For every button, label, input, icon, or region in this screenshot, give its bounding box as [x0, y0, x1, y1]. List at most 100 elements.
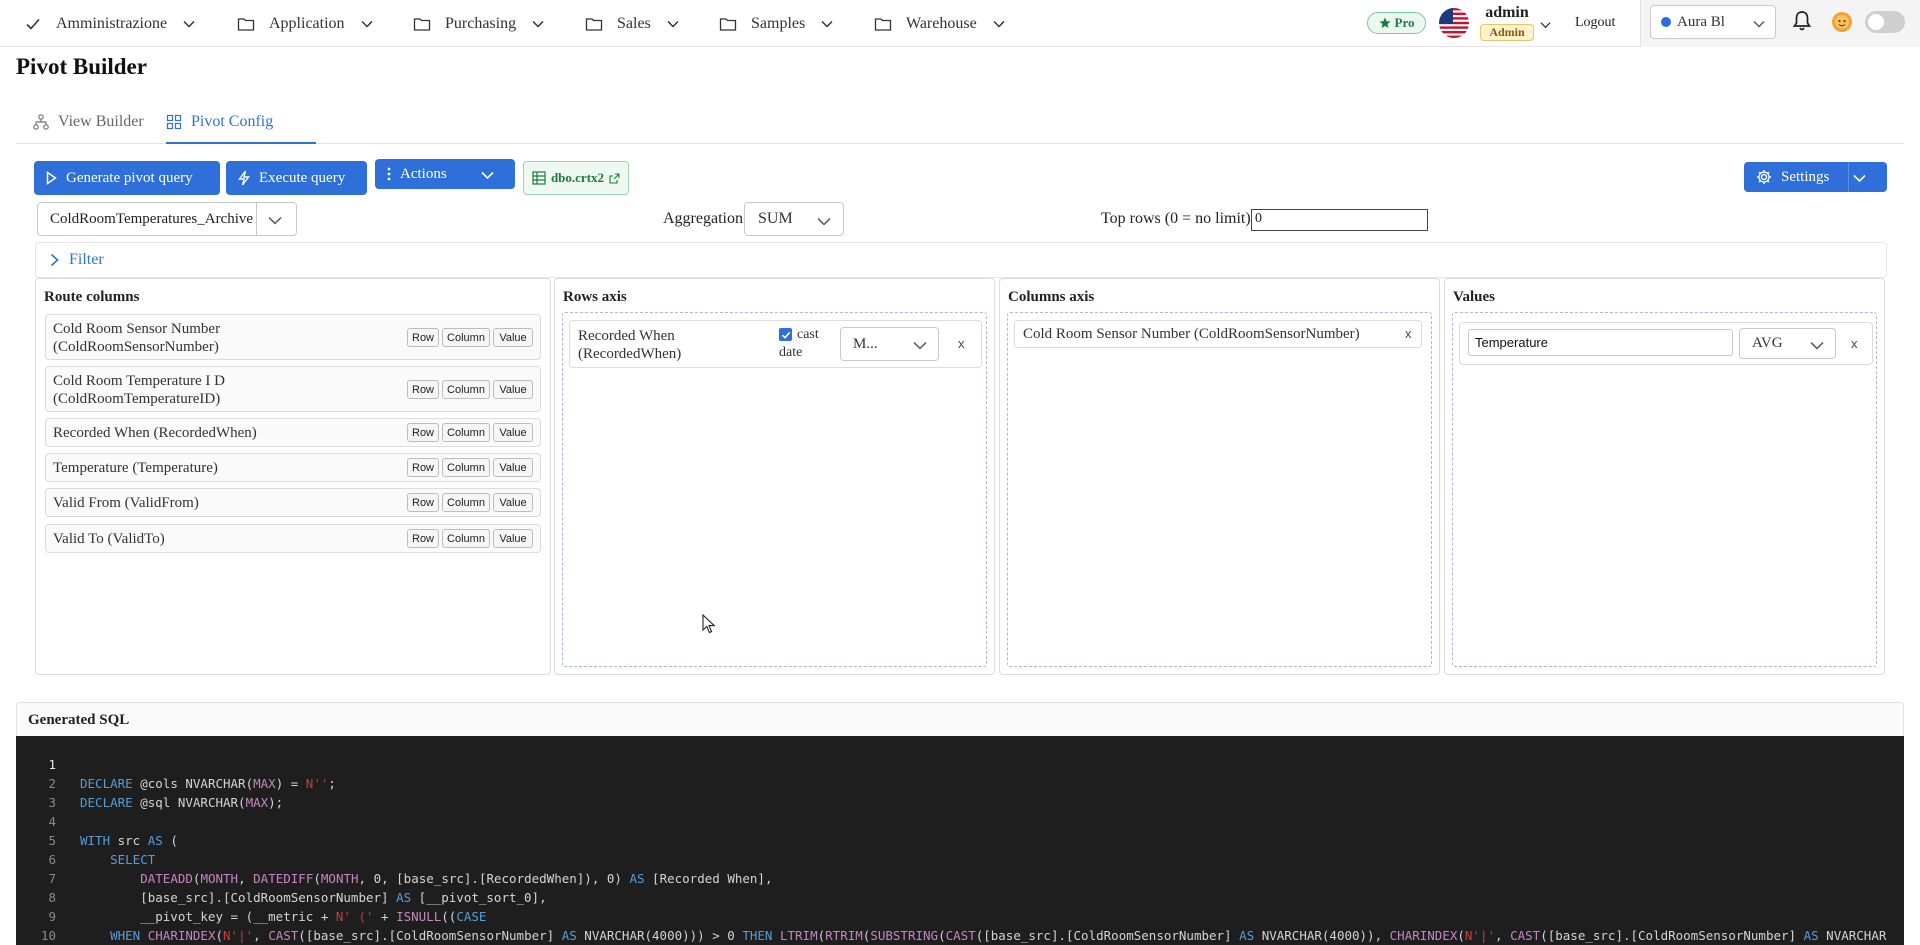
top-rows-input[interactable]: 0 [1251, 209, 1428, 231]
route-column-item[interactable]: Temperature (Temperature) Row Column Val… [45, 453, 541, 482]
tab-pivot-config[interactable]: Pivot Config [166, 100, 273, 144]
sun-face-icon[interactable] [1831, 11, 1853, 33]
remove-row-axis-button[interactable]: x [958, 336, 965, 351]
table-link-badge[interactable]: dbo.crtx2 [523, 161, 629, 195]
date-label: date [779, 345, 803, 360]
code-text: DECLARE @cols NVARCHAR(MAX) = N''; [80, 776, 336, 791]
nav-item-amministrazione[interactable]: Amministrazione [24, 0, 195, 47]
nav-item-warehouse[interactable]: Warehouse [874, 0, 1005, 47]
add-to-columns-button[interactable]: Column [442, 493, 490, 512]
remove-value-button[interactable]: x [1851, 336, 1858, 351]
code-line: 4 WITH src AS ( [16, 793, 177, 848]
add-to-values-button[interactable]: Value [493, 380, 533, 399]
code-text: __pivot_key = (__metric + N' (' + ISNULL… [80, 909, 487, 924]
chevron-down-icon [821, 20, 833, 28]
folder-icon [719, 15, 737, 33]
us-flag-icon[interactable] [1439, 8, 1469, 38]
mouse-cursor-icon [702, 613, 716, 639]
theme-select[interactable]: Aura Bl [1650, 5, 1776, 39]
route-column-item[interactable]: Cold Room Sensor Number (ColdRoomSensorN… [45, 314, 541, 360]
table-link-label: dbo.crtx2 [550, 170, 605, 185]
code-line: 10 ELSE CAST([base_src].[ColdRoomSensorN… [16, 907, 56, 943]
code-text: [base_src].[ColdRoomSensorNumber] AS [__… [80, 890, 547, 905]
chevron-down-icon[interactable] [1853, 171, 1875, 188]
generate-pivot-query-button[interactable]: Generate pivot query [34, 161, 220, 195]
pro-badge-label: Pro [1394, 15, 1415, 30]
add-to-rows-button[interactable]: Row [407, 328, 439, 347]
add-to-values-button[interactable]: Value [493, 458, 533, 477]
route-columns-panel: Route columns Cold Room Sensor Number (C… [35, 278, 551, 675]
route-column-item[interactable]: Recorded When (RecordedWhen) Row Column … [45, 418, 541, 447]
add-to-values-button[interactable]: Value [493, 529, 533, 548]
chevron-down-icon [268, 213, 282, 230]
table-icon [532, 171, 546, 185]
chevron-down-icon[interactable] [1540, 16, 1551, 34]
add-to-rows-button[interactable]: Row [407, 493, 439, 512]
gear-icon [1757, 170, 1771, 184]
settings-split-button[interactable]: Settings [1744, 162, 1887, 192]
execute-query-button[interactable]: Execute query [226, 161, 367, 195]
value-function-select[interactable]: AVG [1739, 328, 1836, 359]
nav-item-label: Sales [617, 14, 651, 32]
route-columns-title: Route columns [44, 289, 140, 305]
code-line: 1 DECLARE @cols NVARCHAR(MAX) = N''; [16, 736, 335, 791]
theme-color-dot [1661, 17, 1671, 27]
add-to-rows-button[interactable]: Row [407, 380, 439, 399]
tab-view-builder[interactable]: View Builder [33, 100, 144, 144]
sitemap-icon [33, 114, 49, 130]
code-line: 3 [16, 774, 56, 810]
add-to-columns-button[interactable]: Column [442, 328, 490, 347]
generated-sql-header: Generated SQL [16, 702, 1904, 736]
route-column-actions: Row Column Value [407, 328, 533, 347]
nav-item-samples[interactable]: Samples [719, 0, 833, 47]
aggregation-label: Aggregation [663, 210, 743, 227]
route-column-item[interactable]: Valid To (ValidTo) Row Column Value [45, 524, 541, 553]
dark-mode-toggle[interactable] [1865, 11, 1905, 33]
add-to-rows-button[interactable]: Row [407, 423, 439, 442]
chevron-down-icon [532, 20, 544, 28]
add-to-values-button[interactable]: Value [493, 423, 533, 442]
rows-axis-title: Rows axis [563, 289, 627, 305]
chevron-down-icon [1810, 338, 1824, 355]
execute-query-label: Execute query [259, 169, 346, 186]
sql-code-editor[interactable]: 1 DECLARE @cols NVARCHAR(MAX) = N''; 2 D… [16, 736, 1904, 945]
theme-select-value: Aura Bl [1677, 13, 1725, 30]
date-grain-select[interactable]: M... [840, 327, 939, 361]
remove-column-axis-button[interactable]: x [1405, 326, 1412, 341]
tab-bar: View Builder Pivot Config [16, 100, 1904, 144]
nav-item-sales[interactable]: Sales [585, 0, 679, 47]
nav-item-application[interactable]: Application [237, 0, 373, 47]
columns-axis-item[interactable]: Cold Room Sensor Number (ColdRoomSensorN… [1014, 320, 1422, 348]
logout-link[interactable]: Logout [1575, 15, 1615, 31]
route-column-item[interactable]: Cold Room Temperature I D (ColdRoomTempe… [45, 366, 541, 412]
values-dropzone[interactable] [1452, 312, 1877, 667]
kebab-icon [387, 167, 391, 181]
filter-toggle[interactable]: Filter [35, 242, 1887, 278]
route-column-actions: Row Column Value [407, 529, 533, 548]
nav-item-purchasing[interactable]: Purchasing [413, 0, 544, 47]
cast-date-checkbox[interactable] [779, 328, 792, 341]
add-to-rows-button[interactable]: Row [407, 529, 439, 548]
bolt-icon [238, 170, 250, 186]
actions-label: Actions [400, 165, 447, 182]
route-column-item[interactable]: Valid From (ValidFrom) Row Column Value [45, 488, 541, 517]
code-line: 9 WHEN CHARINDEX(N'|', CAST([base_src].[… [16, 888, 1886, 943]
add-to-columns-button[interactable]: Column [442, 529, 490, 548]
user-name[interactable]: admin [1478, 4, 1536, 22]
add-to-columns-button[interactable]: Column [442, 458, 490, 477]
nav-item-label: Purchasing [445, 14, 517, 32]
columns-axis-dropzone[interactable] [1007, 312, 1432, 667]
add-to-columns-button[interactable]: Column [442, 423, 490, 442]
add-to-columns-button[interactable]: Column [442, 380, 490, 399]
rows-axis-item[interactable]: Recorded When (RecordedWhen) cast date M… [569, 320, 982, 368]
route-column-name-line1: Cold Room Temperature I D [53, 373, 225, 389]
actions-dropdown-button[interactable]: Actions [375, 159, 515, 189]
add-to-rows-button[interactable]: Row [407, 458, 439, 477]
aggregation-select[interactable]: SUM [744, 202, 844, 236]
add-to-values-button[interactable]: Value [493, 328, 533, 347]
value-field-input[interactable]: Temperature [1468, 329, 1733, 356]
grid-icon [166, 114, 182, 130]
source-table-select[interactable]: ColdRoomTemperatures_Archive [37, 202, 297, 236]
bell-icon[interactable] [1792, 10, 1812, 37]
add-to-values-button[interactable]: Value [493, 493, 533, 512]
